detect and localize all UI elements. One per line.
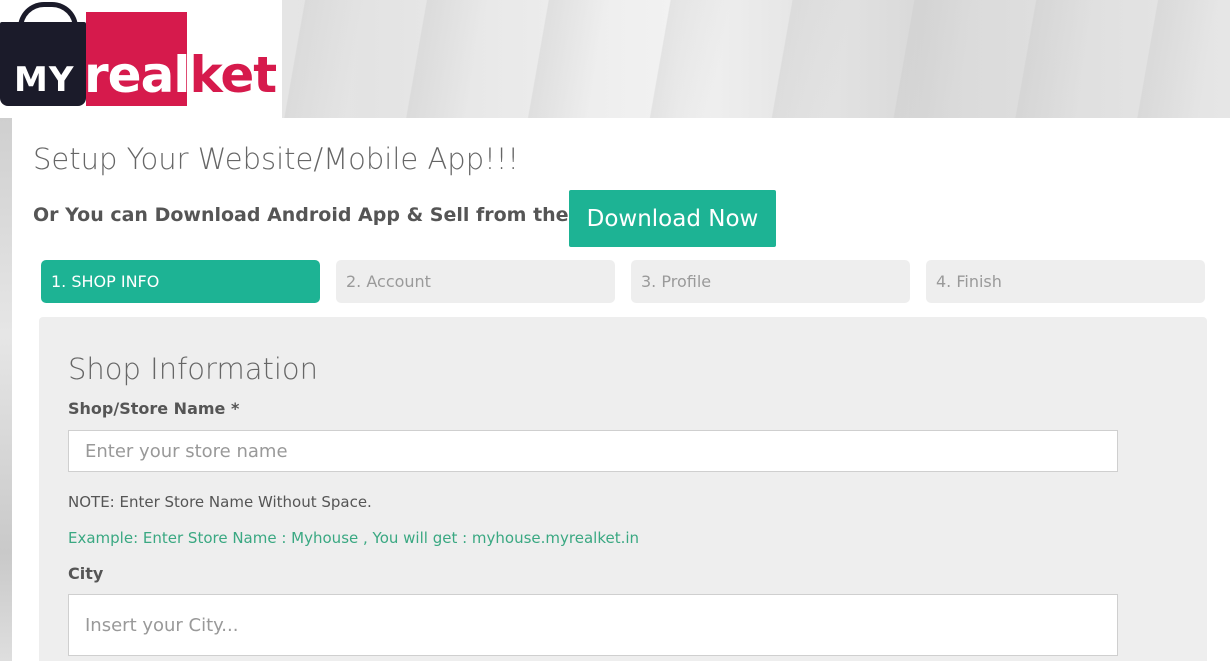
logo-text-my: MY — [14, 60, 75, 100]
city-input[interactable] — [68, 594, 1118, 656]
site-logo[interactable]: MY realket — [0, 0, 282, 118]
city-label: City — [68, 564, 104, 583]
shop-info-form: Shop Information Shop/Store Name * NOTE:… — [39, 317, 1207, 661]
form-title: Shop Information — [68, 352, 319, 386]
store-name-input[interactable] — [68, 430, 1118, 472]
main-panel: Setup Your Website/Mobile App!!! Or You … — [12, 118, 1230, 661]
logo-text-realket: realket — [84, 46, 277, 104]
store-name-example: Example: Enter Store Name : Myhouse , Yo… — [68, 529, 640, 547]
store-name-label: Shop/Store Name * — [68, 399, 240, 418]
step-account-tab[interactable]: 2. Account — [336, 260, 615, 303]
download-prompt-text: Or You can Download Android App & Sell f… — [33, 204, 625, 226]
page-title: Setup Your Website/Mobile App!!! — [33, 142, 520, 176]
step-profile-tab[interactable]: 3. Profile — [631, 260, 910, 303]
store-name-note: NOTE: Enter Store Name Without Space. — [68, 493, 372, 511]
download-now-button[interactable]: Download Now — [569, 190, 776, 247]
step-finish-tab[interactable]: 4. Finish — [926, 260, 1205, 303]
step-shop-info-tab[interactable]: 1. SHOP INFO — [41, 260, 320, 303]
page-background — [0, 118, 12, 661]
